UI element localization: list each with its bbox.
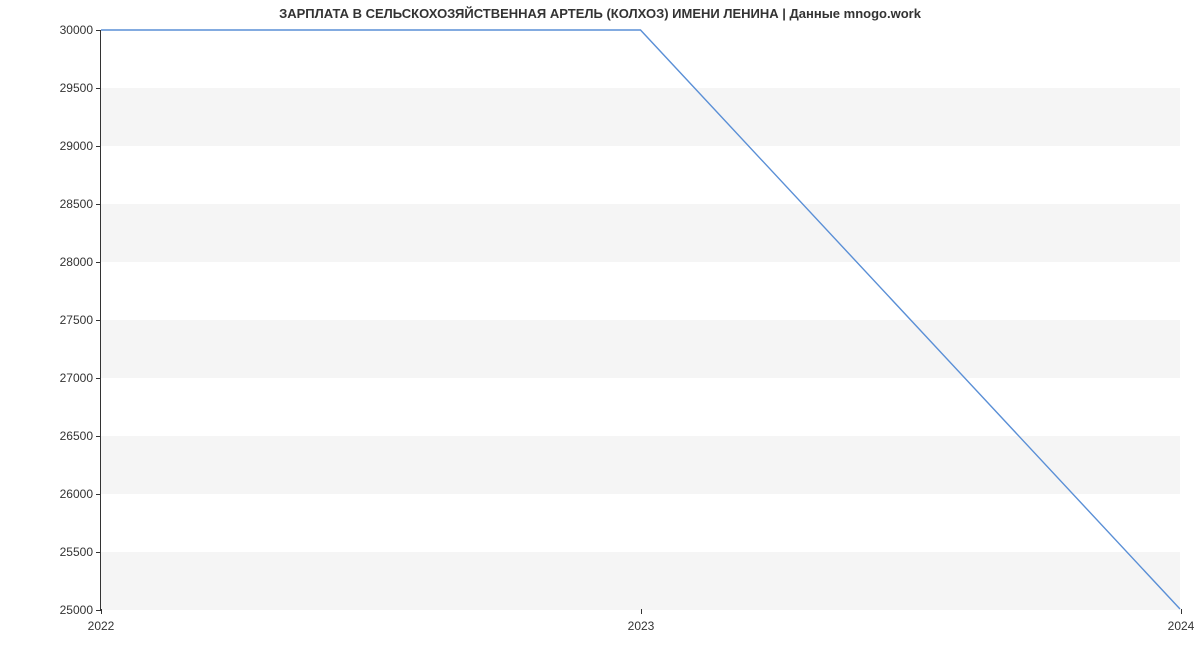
- y-tick-label: 25000: [60, 603, 93, 617]
- y-tick-label: 27000: [60, 371, 93, 385]
- y-tick-mark: [96, 494, 101, 495]
- y-tick-label: 26000: [60, 487, 93, 501]
- y-tick-label: 27500: [60, 313, 93, 327]
- x-tick-mark: [641, 609, 642, 614]
- y-tick-mark: [96, 320, 101, 321]
- line-series: [101, 30, 1180, 609]
- y-tick-label: 28500: [60, 197, 93, 211]
- x-tick-label: 2023: [628, 619, 655, 633]
- y-tick-mark: [96, 30, 101, 31]
- y-tick-mark: [96, 378, 101, 379]
- y-tick-mark: [96, 204, 101, 205]
- x-tick-mark: [101, 609, 102, 614]
- y-tick-mark: [96, 436, 101, 437]
- x-tick-label: 2022: [88, 619, 115, 633]
- y-tick-label: 25500: [60, 545, 93, 559]
- y-tick-mark: [96, 146, 101, 147]
- y-tick-label: 29500: [60, 81, 93, 95]
- y-tick-mark: [96, 262, 101, 263]
- y-tick-label: 29000: [60, 139, 93, 153]
- y-tick-mark: [96, 88, 101, 89]
- chart-title: ЗАРПЛАТА В СЕЛЬСКОХОЗЯЙСТВЕННАЯ АРТЕЛЬ (…: [0, 0, 1200, 25]
- y-tick-mark: [96, 552, 101, 553]
- y-tick-label: 30000: [60, 23, 93, 37]
- y-tick-label: 26500: [60, 429, 93, 443]
- chart-area: 2500025500260002650027000275002800028500…: [100, 30, 1180, 610]
- y-tick-label: 28000: [60, 255, 93, 269]
- plot-area: 2500025500260002650027000275002800028500…: [100, 30, 1180, 610]
- x-tick-label: 2024: [1168, 619, 1195, 633]
- x-tick-mark: [1181, 609, 1182, 614]
